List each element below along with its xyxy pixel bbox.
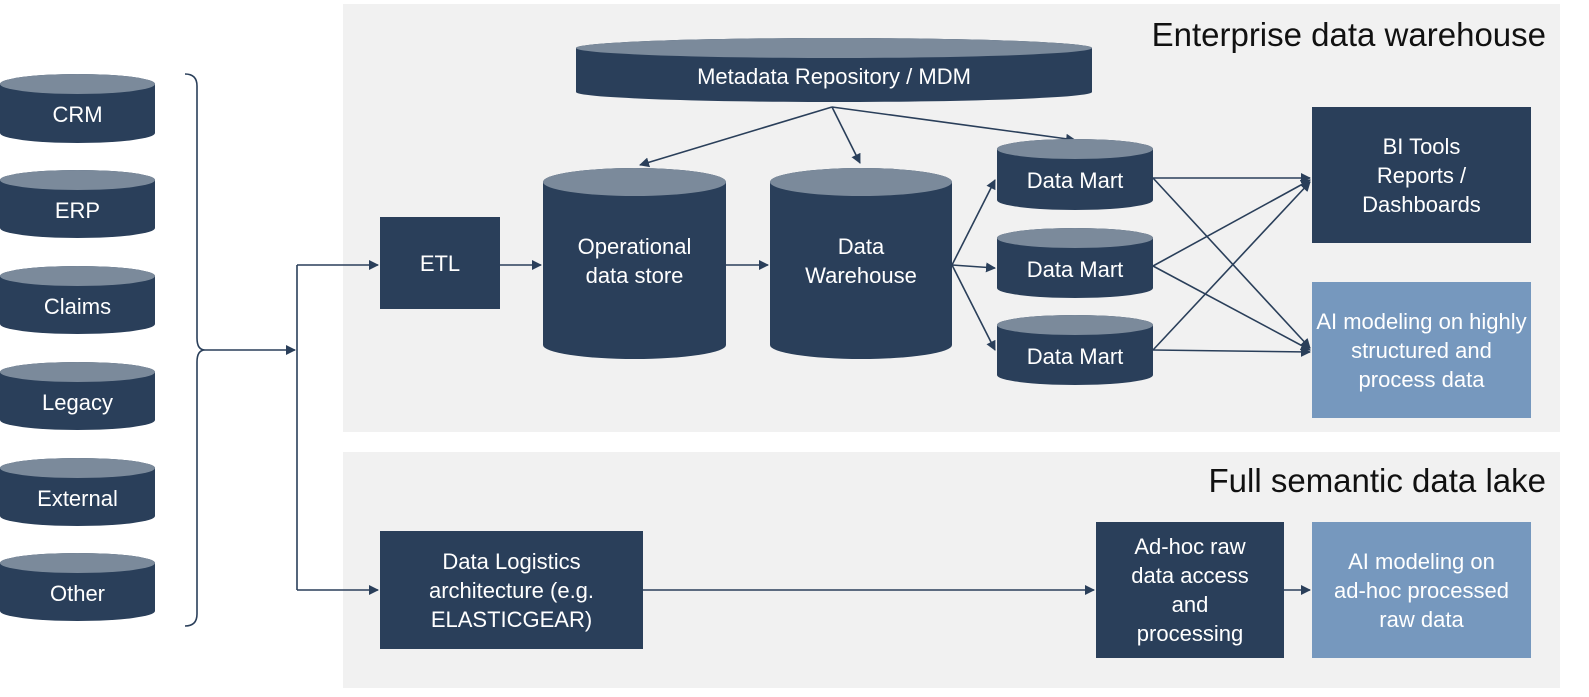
ai-modeling-structured-box: AI modeling on highly structured and pro… <box>1312 282 1531 418</box>
data-warehouse: Data Warehouse <box>770 168 952 359</box>
metadata-repository: Metadata Repository / MDM <box>576 38 1092 102</box>
arrow <box>951 179 996 266</box>
source-erp: ERP <box>0 170 155 238</box>
source-legacy: Legacy <box>0 362 155 430</box>
source-label: Claims <box>43 293 112 319</box>
node-label: Data Mart <box>1026 168 1124 193</box>
arrow <box>951 264 996 351</box>
source-label: Legacy <box>42 389 113 415</box>
node-label: Data Mart <box>1026 343 1124 369</box>
arrow <box>639 106 833 168</box>
arrow <box>1152 181 1311 351</box>
ai-modeling-raw-box: AI modeling on ad-hoc processed raw data <box>1312 522 1531 658</box>
bi-tools-box: BI Tools Reports / Dashboards <box>1312 107 1531 243</box>
source-claims: Claims <box>0 266 155 334</box>
arrow <box>1152 265 1311 351</box>
source-label: External <box>37 485 118 511</box>
arrow <box>831 106 1076 144</box>
source-label: CRM <box>52 102 103 127</box>
arrow <box>1152 179 1311 267</box>
node-label: Metadata Repository / MDM <box>697 63 971 89</box>
architecture-diagram: Enterprise data warehouse Full semantic … <box>0 0 1589 697</box>
data-mart-3: Data Mart <box>997 315 1153 385</box>
node-label: Operational data store <box>577 233 692 288</box>
node-label: Data Mart <box>1026 256 1124 282</box>
source-crm: CRM <box>0 74 155 143</box>
arrow <box>831 106 861 164</box>
source-brace <box>184 73 206 627</box>
data-logistics-box: Data Logistics architecture (e.g. ELASTI… <box>380 531 643 649</box>
source-other: Other <box>0 553 155 621</box>
arrow <box>951 262 996 273</box>
data-mart-1: Data Mart <box>997 139 1153 210</box>
node-label: Data Warehouse <box>805 233 917 288</box>
source-label: ERP <box>54 197 101 223</box>
operational-data-store: Operational data store <box>543 168 726 359</box>
etl-box: ETL <box>380 217 500 309</box>
arrow <box>1152 346 1311 357</box>
source-label: Other <box>49 580 106 606</box>
adhoc-access-box: Ad-hoc raw data access and processing <box>1096 522 1284 658</box>
arrow <box>1152 177 1311 349</box>
data-mart-2: Data Mart <box>997 228 1153 298</box>
source-external: External <box>0 458 155 526</box>
